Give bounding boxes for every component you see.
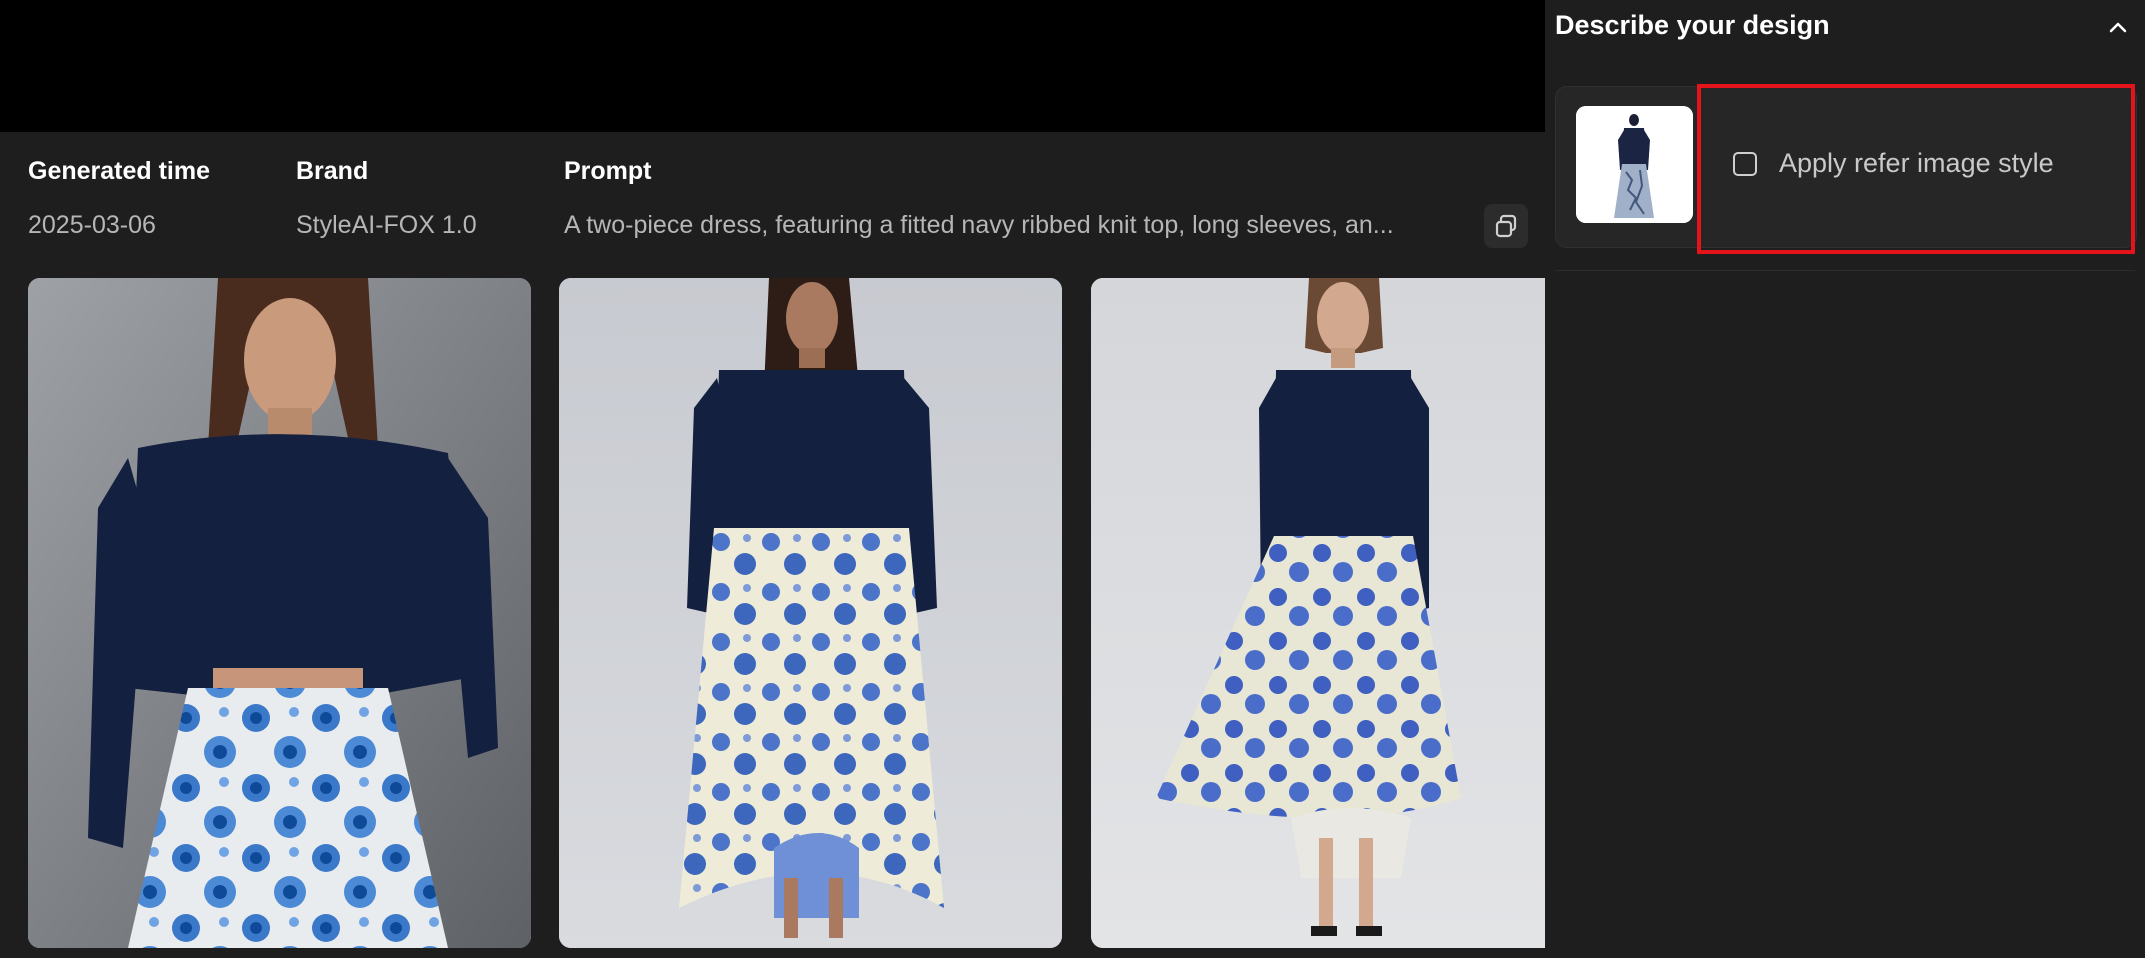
brand-value: StyleAI-FOX 1.0 [296,211,477,239]
generated-image-3[interactable] [1091,278,1594,948]
reference-thumbnail[interactable] [1576,106,1693,223]
panel-title: Describe your design [1555,10,1830,40]
copy-icon [1495,214,1517,238]
top-banner [0,0,1545,132]
prompt-value: A two-piece dress, featuring a fitted na… [564,211,1394,239]
generated-time-label: Generated time [28,157,211,185]
model-photo-2 [559,278,1062,948]
apply-style-label[interactable]: Apply refer image style [1779,148,2054,179]
reference-dress-image [1576,106,1693,223]
panel-divider [1555,270,2135,271]
chevron-up-icon[interactable] [2107,16,2129,38]
generated-image-2[interactable] [559,278,1062,948]
apply-style-checkbox[interactable] [1733,152,1757,176]
generated-time-value: 2025-03-06 [28,211,156,239]
model-photo-3 [1091,278,1594,948]
prompt-label: Prompt [564,157,652,185]
generated-image-1[interactable] [28,278,531,948]
brand-label: Brand [296,157,369,185]
model-photo-1 [28,278,531,948]
copy-prompt-button[interactable] [1484,204,1528,248]
